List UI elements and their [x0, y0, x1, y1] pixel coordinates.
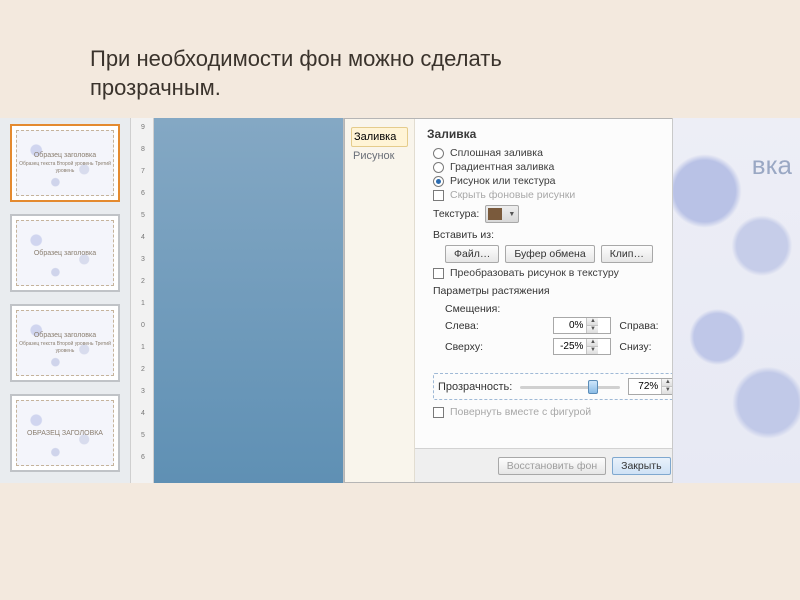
- reset-background-button[interactable]: Восстановить фон: [498, 457, 606, 475]
- checkbox-icon: [433, 190, 444, 201]
- offset-left-spinner[interactable]: ▲▼: [553, 317, 611, 334]
- file-button[interactable]: Файл…: [445, 245, 499, 263]
- texture-swatch: [488, 208, 502, 220]
- clip-button[interactable]: Клип…: [601, 245, 653, 263]
- category-fill[interactable]: Заливка: [351, 127, 408, 147]
- texture-label: Текстура:: [433, 208, 479, 220]
- slide-thumb-4[interactable]: ОБРАЗЕЦ ЗАГОЛОВКА: [10, 394, 120, 472]
- radio-icon: [433, 148, 444, 159]
- texture-picker[interactable]: ▼: [485, 205, 519, 223]
- heading-line-1: При необходимости фон можно сделать: [90, 46, 502, 71]
- slide-thumb-2[interactable]: Образец заголовка: [10, 214, 120, 292]
- instruction-text: При необходимости фон можно сделать проз…: [90, 45, 502, 102]
- slide-preview-pane: вка: [672, 118, 800, 483]
- radio-icon: [433, 162, 444, 173]
- category-picture[interactable]: Рисунок: [351, 147, 408, 165]
- slide-thumbnails-pane: Образец заголовка Образец текста Второй …: [0, 118, 130, 483]
- slide-thumb-3[interactable]: Образец заголовка Образец текста Второй …: [10, 304, 120, 382]
- transparency-label: Прозрачность:: [438, 381, 512, 393]
- checkbox-icon: [433, 268, 444, 279]
- checkbox-icon: [433, 407, 444, 418]
- close-button[interactable]: Закрыть: [612, 457, 670, 475]
- transparency-spinner[interactable]: ▲▼: [628, 378, 674, 395]
- clipboard-button[interactable]: Буфер обмена: [505, 245, 594, 263]
- dialog-category-list: Заливка Рисунок: [345, 119, 415, 482]
- partial-title-text: вка: [752, 150, 792, 181]
- heading-line-2: прозрачным.: [90, 75, 221, 100]
- slide-thumb-1[interactable]: Образец заголовка Образец текста Второй …: [10, 124, 120, 202]
- radio-icon: [433, 176, 444, 187]
- transparency-slider[interactable]: [520, 380, 620, 394]
- vertical-ruler: 9 8 7 6 5 4 3 2 1 0 1 2 3 4 5 6: [130, 118, 154, 483]
- slide-canvas: [154, 118, 344, 483]
- chevron-down-icon: ▼: [508, 211, 515, 218]
- slider-thumb[interactable]: [588, 380, 598, 394]
- offset-top-spinner[interactable]: ▲▼: [553, 338, 611, 355]
